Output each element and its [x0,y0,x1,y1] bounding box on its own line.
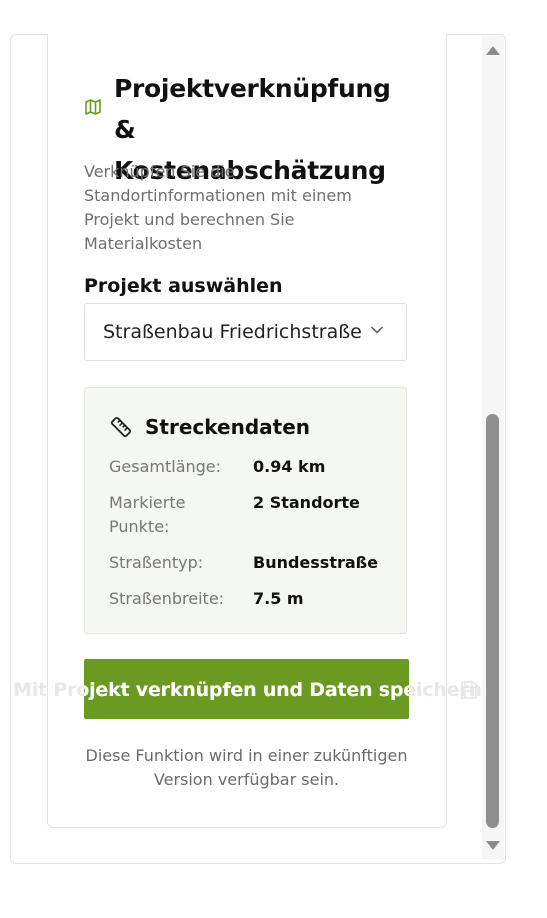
route-row-label: Gesamtlänge: [109,457,222,476]
link-project-button-clip[interactable]: Mit Projekt verknüpfen und Daten speiche… [84,659,409,719]
route-row-value: 0.94 km [253,457,326,476]
chevron-down-icon [371,326,383,334]
route-row-value: 7.5 m [253,589,304,608]
section-description: Verknüpfen Sie die Standortinformationen… [84,162,352,253]
route-data-title: Streckendaten [145,415,310,439]
scrollbar-thumb[interactable] [486,414,499,828]
route-row-value: 2 Standorte [253,493,360,512]
project-select-value: Straßenbau Friedrichstraße [103,321,362,343]
ruler-icon [110,416,132,438]
route-row-label: Straßenbreite: [109,589,225,608]
scroll-up-arrow-icon[interactable] [486,46,500,55]
project-select[interactable]: Straßenbau Friedrichstraße [84,303,407,361]
route-row-label: Markierte Punkte: [109,493,186,536]
route-row-label: Straßentyp: [109,553,204,572]
map-icon [85,99,101,115]
vertical-scrollbar[interactable] [482,36,504,860]
project-select-label: Projekt auswählen [84,275,283,297]
scroll-down-arrow-icon[interactable] [486,841,500,850]
save-icon [461,681,477,699]
link-project-button-label: Mit Projekt verknüpfen und Daten speiche… [84,679,409,701]
route-row-value: Bundesstraße [253,553,379,572]
future-feature-note: Diese Funktion wird in einer zukünftigen… [85,746,408,789]
